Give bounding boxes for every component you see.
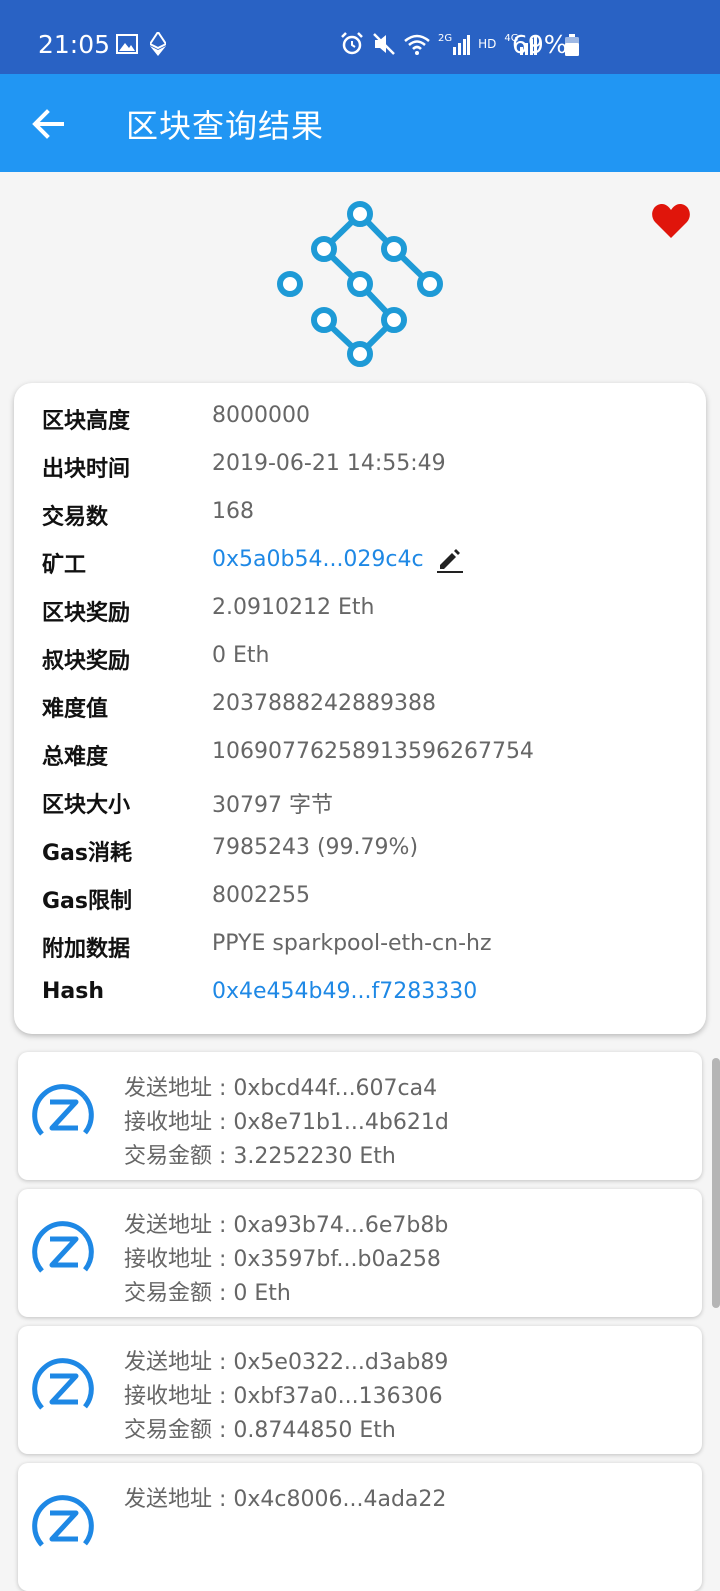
- row-difficulty: 难度值 2037888242889388: [14, 679, 706, 727]
- status-time: 21:05: [38, 30, 111, 59]
- tx-from: 发送地址 : 0x4c8006...4ada22: [124, 1487, 447, 1512]
- value-tx-count: 168: [212, 499, 254, 524]
- tx-amount: 交易金额 : 0 Eth: [124, 1281, 291, 1306]
- hd-icon: HD: [478, 37, 497, 51]
- transaction-z-icon: [32, 1084, 94, 1146]
- image-icon: [116, 34, 138, 54]
- tx-from: 发送地址 : 0x5e0322...d3ab89: [124, 1350, 449, 1375]
- row-block-height: 区块高度 8000000: [14, 391, 706, 439]
- value-total-difficulty: 10690776258913596267754: [212, 739, 534, 764]
- row-hash: Hash 0x4e454b49...f7283330: [14, 967, 706, 1015]
- label-miner: 矿工: [42, 553, 87, 578]
- label-difficulty: 难度值: [42, 697, 109, 722]
- tx-from: 发送地址 : 0xa93b74...6e7b8b: [124, 1213, 449, 1238]
- row-uncle-reward: 叔块奖励 0 Eth: [14, 631, 706, 679]
- ethereum-icon: [150, 32, 166, 56]
- label-extra-data: 附加数据: [42, 937, 131, 962]
- battery-percent: 69%: [512, 30, 568, 59]
- signal-2g-icon: [453, 35, 471, 55]
- status-bar: 21:05 2G HD 4G 69%: [0, 0, 720, 74]
- label-block-height: 区块高度: [42, 409, 131, 434]
- label-block-reward: 区块奖励: [42, 601, 131, 626]
- row-extra-data: 附加数据 PPYE sparkpool-eth-cn-hz: [14, 919, 706, 967]
- row-tx-count: 交易数 168: [14, 487, 706, 535]
- label-hash: Hash: [42, 979, 105, 1004]
- label-total-difficulty: 总难度: [42, 745, 109, 770]
- scrollbar-thumb[interactable]: [712, 1058, 720, 1308]
- value-gas-limit: 8002255: [212, 883, 310, 908]
- tx-to: 接收地址 : 0x3597bf...b0a258: [124, 1247, 441, 1272]
- heart-icon[interactable]: [650, 200, 692, 242]
- transaction-item[interactable]: 发送地址 : 0xbcd44f...607ca4 接收地址 : 0x8e71b1…: [18, 1052, 702, 1180]
- transaction-z-icon: [32, 1221, 94, 1283]
- label-block-time: 出块时间: [42, 457, 131, 482]
- transaction-z-icon: [32, 1495, 94, 1557]
- row-gas-used: Gas消耗 7985243 (99.79%): [14, 823, 706, 871]
- label-gas-used: Gas消耗: [42, 841, 132, 866]
- value-block-time: 2019-06-21 14:55:49: [212, 451, 446, 476]
- transaction-item[interactable]: 发送地址 : 0x4c8006...4ada22: [18, 1463, 702, 1591]
- miner-address-link[interactable]: 0x5a0b54...029c4c: [212, 547, 424, 572]
- tx-amount: 交易金额 : 3.2252230 Eth: [124, 1144, 396, 1169]
- mute-icon: [373, 33, 395, 55]
- row-block-size: 区块大小 30797 字节: [14, 775, 706, 823]
- row-gas-limit: Gas限制 8002255: [14, 871, 706, 919]
- transaction-item[interactable]: 发送地址 : 0xa93b74...6e7b8b 接收地址 : 0x3597bf…: [18, 1189, 702, 1317]
- arrow-left-icon[interactable]: [28, 104, 68, 144]
- label-tx-count: 交易数: [42, 505, 109, 530]
- value-difficulty: 2037888242889388: [212, 691, 436, 716]
- value-block-size: 30797 字节: [212, 793, 333, 818]
- app-bar: 区块查询结果: [0, 74, 720, 172]
- tx-to: 接收地址 : 0x8e71b1...4b621d: [124, 1110, 449, 1135]
- block-info-card: 区块高度 8000000 出块时间 2019-06-21 14:55:49 交易…: [14, 383, 706, 1034]
- wifi-icon: [404, 34, 430, 55]
- tx-amount: 交易金额 : 0.8744850 Eth: [124, 1418, 396, 1443]
- row-miner: 矿工 0x5a0b54...029c4c: [14, 535, 706, 583]
- block-logo-icon: [277, 201, 443, 367]
- value-block-reward: 2.0910212 Eth: [212, 595, 375, 620]
- row-block-time: 出块时间 2019-06-21 14:55:49: [14, 439, 706, 487]
- page-title: 区块查询结果: [126, 107, 325, 145]
- label-gas-limit: Gas限制: [42, 889, 132, 914]
- block-hash-link[interactable]: 0x4e454b49...f7283330: [212, 979, 477, 1004]
- label-block-size: 区块大小: [42, 793, 131, 818]
- row-block-reward: 区块奖励 2.0910212 Eth: [14, 583, 706, 631]
- edit-pencil-icon[interactable]: [436, 545, 464, 573]
- tx-to: 接收地址 : 0xbf37a0...136306: [124, 1384, 443, 1409]
- label-uncle-reward: 叔块奖励: [42, 649, 131, 674]
- transaction-z-icon: [32, 1358, 94, 1420]
- value-gas-used: 7985243 (99.79%): [212, 835, 419, 860]
- net-2g-label: 2G: [438, 32, 453, 44]
- value-block-height: 8000000: [212, 403, 310, 428]
- row-total-difficulty: 总难度 10690776258913596267754: [14, 727, 706, 775]
- transaction-item[interactable]: 发送地址 : 0x5e0322...d3ab89 接收地址 : 0xbf37a0…: [18, 1326, 702, 1454]
- tx-from: 发送地址 : 0xbcd44f...607ca4: [124, 1076, 438, 1101]
- value-extra-data: PPYE sparkpool-eth-cn-hz: [212, 931, 492, 956]
- alarm-icon: [341, 32, 363, 55]
- value-uncle-reward: 0 Eth: [212, 643, 270, 668]
- battery-icon: [565, 34, 579, 56]
